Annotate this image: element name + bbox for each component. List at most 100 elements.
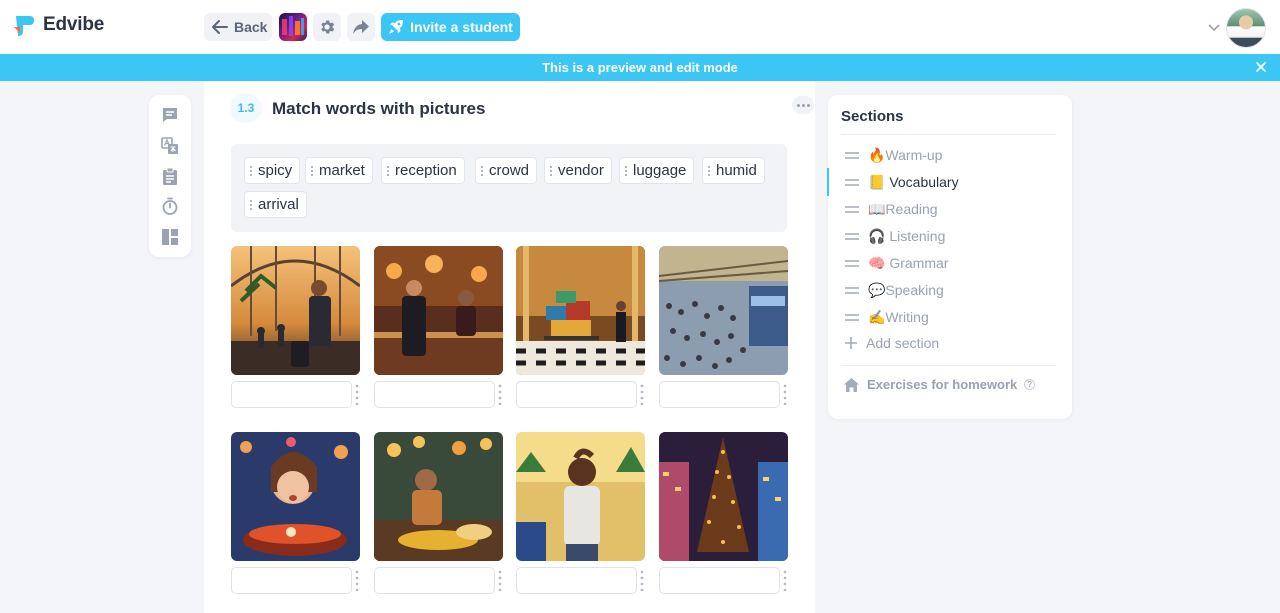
add-section-button[interactable]: Add section <box>844 335 939 351</box>
answer-field[interactable] <box>516 381 637 408</box>
arrow-left-icon <box>212 20 228 34</box>
picture-airport <box>231 246 360 375</box>
back-label: Back <box>234 19 268 35</box>
invite-label: Invite a student <box>410 19 513 35</box>
word-chip[interactable]: spicy <box>244 157 301 184</box>
section-item-warm-up[interactable]: 🔥Warm-up <box>828 144 1072 166</box>
gear-icon <box>321 20 335 34</box>
drag-handle-icon <box>549 165 553 176</box>
layout-tool[interactable] <box>160 227 180 247</box>
drag-handle-icon <box>249 199 253 210</box>
drag-handle-icon[interactable] <box>783 383 787 405</box>
sections-title: Sections <box>841 108 904 125</box>
answer-field[interactable] <box>659 381 780 408</box>
answer-field[interactable] <box>374 567 495 594</box>
homework-link[interactable]: Exercises for homework ? <box>844 377 1036 392</box>
translate-icon <box>161 137 178 154</box>
chat-icon <box>163 108 177 122</box>
rocket-icon <box>389 20 404 34</box>
plus-icon <box>845 337 857 349</box>
home-icon <box>844 377 859 392</box>
exercise-title: Match words with pictures <box>272 99 486 118</box>
app-name: Edvibe <box>43 14 105 35</box>
answer-field[interactable] <box>231 381 352 408</box>
word-chip[interactable]: luggage <box>619 157 695 184</box>
timer-icon <box>162 197 178 215</box>
edvibe-logo-icon <box>12 13 36 37</box>
sections-panel: Sections 🔥Warm-up 📒 Vocabulary 📖Reading … <box>827 95 1072 419</box>
word-chip[interactable]: reception <box>381 157 465 184</box>
drag-handle-icon[interactable] <box>355 383 359 405</box>
word-chip[interactable]: arrival <box>244 191 307 218</box>
add-section-label: Add section <box>866 335 940 351</box>
drag-handle-icon <box>707 165 711 176</box>
drag-handle-icon[interactable] <box>640 383 644 405</box>
exercise-card: 1.3 Match words with pictures spicy mark… <box>204 81 815 613</box>
drag-handle-icon[interactable] <box>845 232 859 240</box>
drag-handle-icon[interactable] <box>845 286 859 294</box>
drag-handle-icon[interactable] <box>845 259 859 267</box>
drag-handle-icon[interactable] <box>498 569 502 591</box>
layout-icon <box>162 229 178 245</box>
drag-handle-icon[interactable] <box>498 383 502 405</box>
tool-rail <box>149 95 191 257</box>
drag-handle-icon <box>310 165 314 176</box>
answer-field[interactable] <box>659 567 780 594</box>
drag-handle-icon <box>386 165 390 176</box>
translate-tool[interactable] <box>160 136 180 156</box>
user-menu[interactable] <box>1208 8 1266 48</box>
timer-tool[interactable] <box>160 196 180 216</box>
lesson-cover-thumbnail[interactable] <box>279 13 307 41</box>
answer-field[interactable] <box>516 567 637 594</box>
settings-button[interactable] <box>313 13 341 41</box>
word-chip[interactable]: crowd <box>475 157 538 184</box>
logo[interactable]: Edvibe <box>12 13 104 37</box>
drag-handle-icon[interactable] <box>640 569 644 591</box>
picture-humid <box>516 432 645 561</box>
section-item-grammar[interactable]: 🧠 Grammar <box>828 252 1072 274</box>
section-item-speaking[interactable]: 💬Speaking <box>828 279 1072 301</box>
drag-handle-icon[interactable] <box>845 205 859 213</box>
back-button[interactable]: Back <box>204 13 272 41</box>
section-label: 📖Reading <box>868 200 938 217</box>
section-item-reading[interactable]: 📖Reading <box>828 198 1072 220</box>
help-icon[interactable]: ? <box>1024 379 1036 390</box>
homework-label: Exercises for homework <box>867 377 1018 392</box>
exercise-number: 1.3 <box>230 93 262 123</box>
picture-vendor <box>374 432 503 561</box>
picture-luggage <box>516 246 645 375</box>
section-label: 🎧 Listening <box>868 227 946 244</box>
drag-handle-icon[interactable] <box>355 569 359 591</box>
picture-market <box>659 432 788 561</box>
top-bar: Edvibe Back Invite a student <box>0 0 1280 54</box>
drag-handle-icon[interactable] <box>845 151 859 159</box>
share-button[interactable] <box>347 13 375 41</box>
word-chip[interactable]: market <box>305 157 373 184</box>
section-item-listening[interactable]: 🎧 Listening <box>828 225 1072 247</box>
section-item-vocabulary[interactable]: 📒 Vocabulary <box>828 171 1072 193</box>
drag-handle-icon[interactable] <box>845 178 859 186</box>
drag-handle-icon <box>249 165 253 176</box>
close-icon[interactable] <box>1254 60 1268 74</box>
drag-handle-icon[interactable] <box>845 313 859 321</box>
picture-crowd <box>659 246 788 375</box>
drag-handle-icon[interactable] <box>783 569 787 591</box>
section-item-writing[interactable]: ✍️Writing <box>828 306 1072 328</box>
banner-text: This is a preview and edit mode <box>542 60 738 75</box>
word-chip[interactable]: humid <box>702 157 765 184</box>
chevron-down-icon <box>1208 24 1220 32</box>
answer-field[interactable] <box>231 567 352 594</box>
clipboard-tool[interactable] <box>160 166 180 186</box>
answer-field[interactable] <box>374 381 495 408</box>
divider <box>841 365 1056 366</box>
invite-student-button[interactable]: Invite a student <box>381 13 520 41</box>
drag-handle-icon <box>480 165 484 176</box>
share-arrow-icon <box>353 20 369 34</box>
word-chip[interactable]: vendor <box>544 157 612 184</box>
avatar[interactable] <box>1226 8 1266 48</box>
section-label: 🔥Warm-up <box>868 146 943 163</box>
section-label: 💬Speaking <box>868 281 944 298</box>
exercise-menu-button[interactable] <box>792 96 814 114</box>
chat-tool[interactable] <box>160 105 180 125</box>
clipboard-icon <box>163 167 177 185</box>
